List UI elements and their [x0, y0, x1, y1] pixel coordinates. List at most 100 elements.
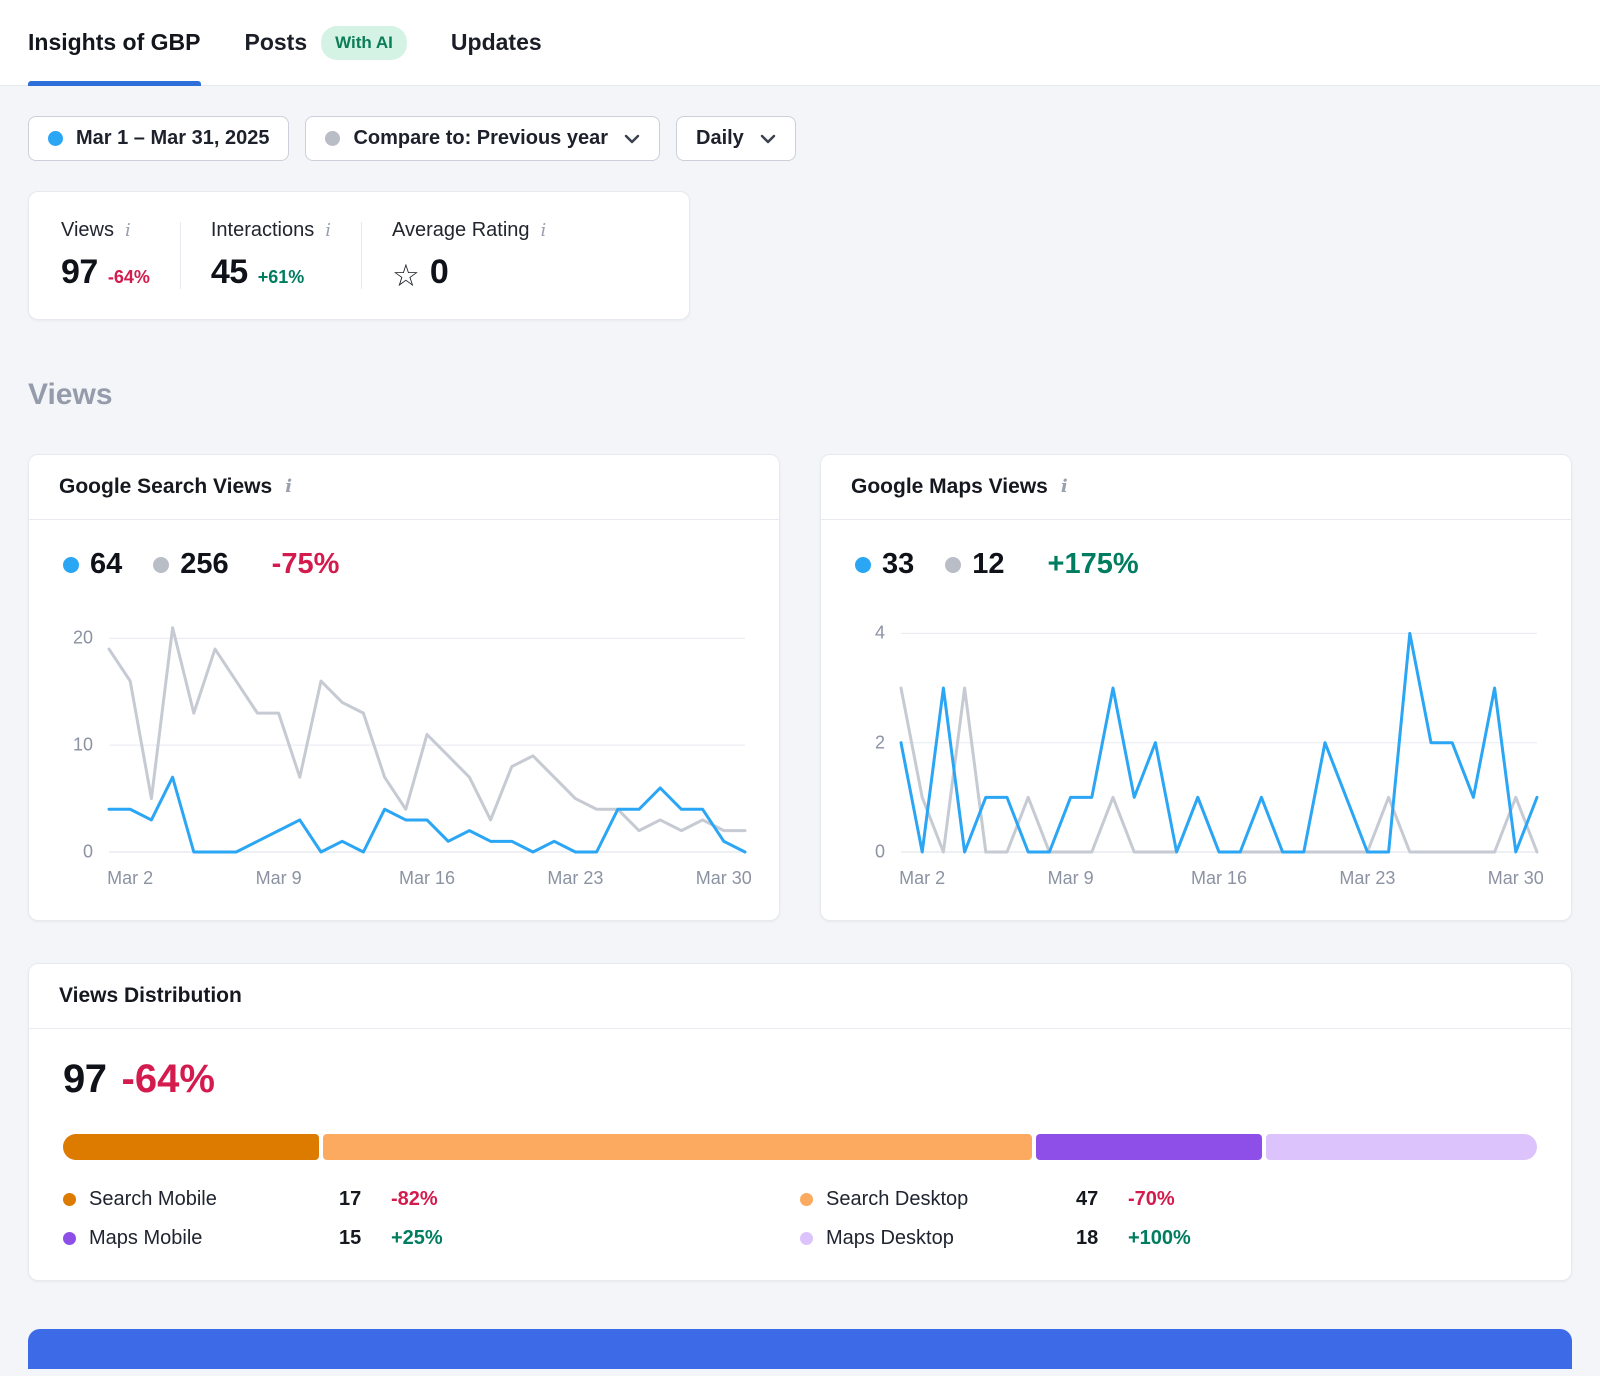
date-range-label: Mar 1 – Mar 31, 2025: [76, 127, 269, 150]
google-maps-views-card: Google Maps Views 33 12 +175% 0 2 4 Mar 2 M…: [820, 454, 1572, 921]
tab-updates[interactable]: Updates: [451, 0, 542, 85]
previous-series-dot-icon: [153, 557, 169, 573]
star-icon: [392, 260, 420, 291]
chart-change: -75%: [272, 548, 340, 581]
legend-change: +25%: [391, 1227, 443, 1250]
info-icon[interactable]: [325, 222, 331, 240]
y-axis-label: 10: [73, 735, 93, 756]
legend-change: -82%: [391, 1188, 438, 1211]
x-axis-label: Mar 30: [1488, 868, 1544, 889]
distribution-legend-item: Maps Mobile15+25%: [63, 1227, 800, 1250]
x-axis-label: Mar 30: [696, 868, 752, 889]
distribution-legend: Search Mobile17-82%Search Desktop47-70%M…: [63, 1188, 1537, 1250]
line-chart: 01020 Mar 2Mar 9Mar 16Mar 23Mar 30: [63, 617, 745, 890]
distribution-legend-item: Search Desktop47-70%: [800, 1188, 1537, 1211]
tab-posts-label: Posts: [245, 29, 308, 56]
views-section-title: Views: [28, 378, 1572, 412]
filter-bar: Mar 1 – Mar 31, 2025 Compare to: Previou…: [28, 116, 1572, 161]
distribution-total: 97: [63, 1057, 107, 1102]
compare-to-label: Compare to: Previous year: [353, 127, 608, 150]
previous-total: 256: [180, 548, 228, 581]
y-axis: 024: [855, 617, 901, 852]
previous-period-dot-icon: [325, 131, 340, 146]
chart-svg: [109, 617, 745, 852]
average-rating-value: 0: [430, 253, 448, 292]
current-total: 33: [882, 548, 914, 581]
chevron-down-icon: [760, 134, 776, 144]
distribution-legend-item: Search Mobile17-82%: [63, 1188, 800, 1211]
bar-segment-maps-desktop: [1266, 1134, 1537, 1160]
views-metric-label: Views: [61, 219, 114, 242]
info-icon[interactable]: [125, 222, 131, 240]
chart-legend: 33 12 +175%: [855, 548, 1537, 581]
x-axis: Mar 2Mar 9Mar 16Mar 23Mar 30: [109, 852, 745, 890]
chart-svg: [901, 617, 1537, 852]
chart-legend: 64 256 -75%: [63, 548, 745, 581]
tab-posts[interactable]: Posts With AI: [245, 0, 407, 85]
legend-label: Search Desktop: [826, 1188, 1076, 1211]
y-axis-label: 20: [73, 628, 93, 649]
summary-metrics-card: Views 97 -64% Interactions 45 +61% Avera…: [28, 191, 690, 320]
page-content: Mar 1 – Mar 31, 2025 Compare to: Previou…: [0, 116, 1600, 1369]
y-axis-label: 4: [875, 623, 885, 644]
legend-value: 17: [339, 1188, 391, 1211]
interactions-metric-label: Interactions: [211, 219, 314, 242]
legend-label: Maps Mobile: [89, 1227, 339, 1250]
x-axis-label: Mar 9: [1048, 868, 1094, 889]
bar-segment-search-desktop: [323, 1134, 1031, 1160]
google-maps-views-title: Google Maps Views: [851, 475, 1048, 499]
chevron-down-icon: [624, 134, 640, 144]
interactions-metric: Interactions 45 +61%: [181, 219, 361, 292]
compare-to-dropdown[interactable]: Compare to: Previous year: [305, 116, 660, 161]
current-period-dot-icon: [48, 131, 63, 146]
x-axis-label: Mar 2: [899, 868, 945, 889]
current-series-dot-icon: [855, 557, 871, 573]
distribution-bar: [63, 1134, 1537, 1160]
granularity-dropdown[interactable]: Daily: [676, 116, 796, 161]
granularity-label: Daily: [696, 127, 744, 150]
legend-label: Maps Desktop: [826, 1227, 1076, 1250]
bottom-banner: [28, 1329, 1572, 1369]
legend-dot-icon: [63, 1232, 76, 1245]
info-icon[interactable]: [541, 222, 547, 240]
date-range-picker[interactable]: Mar 1 – Mar 31, 2025: [28, 116, 289, 161]
views-metric: Views 97 -64%: [29, 219, 180, 292]
x-axis-label: Mar 2: [107, 868, 153, 889]
x-axis-label: Mar 23: [547, 868, 603, 889]
views-distribution-title: Views Distribution: [59, 984, 242, 1008]
chart-change: +175%: [1048, 548, 1139, 581]
info-icon[interactable]: [1061, 478, 1068, 496]
with-ai-badge: With AI: [321, 26, 407, 60]
views-metric-value: 97: [61, 253, 98, 292]
views-distribution-card: Views Distribution 97 -64% Search Mobile…: [28, 963, 1572, 1281]
plot-area: [109, 617, 745, 852]
legend-label: Search Mobile: [89, 1188, 339, 1211]
bar-segment-search-mobile: [63, 1134, 319, 1160]
legend-dot-icon: [63, 1193, 76, 1206]
y-axis-label: 0: [875, 842, 885, 863]
legend-dot-icon: [800, 1193, 813, 1206]
tab-insights-of-gbp[interactable]: Insights of GBP: [28, 0, 201, 85]
info-icon[interactable]: [285, 478, 292, 496]
previous-total: 12: [972, 548, 1004, 581]
current-series-dot-icon: [63, 557, 79, 573]
tab-updates-label: Updates: [451, 29, 542, 56]
previous-series-dot-icon: [945, 557, 961, 573]
y-axis-label: 0: [83, 842, 93, 863]
distribution-change: -64%: [122, 1057, 215, 1102]
legend-value: 18: [1076, 1227, 1128, 1250]
average-rating-metric: Average Rating 0: [362, 219, 576, 292]
legend-value: 15: [339, 1227, 391, 1250]
current-total: 64: [90, 548, 122, 581]
legend-change: -70%: [1128, 1188, 1175, 1211]
x-axis: Mar 2Mar 9Mar 16Mar 23Mar 30: [901, 852, 1537, 890]
tab-insights-label: Insights of GBP: [28, 29, 201, 56]
x-axis-label: Mar 16: [399, 868, 455, 889]
google-search-views-card: Google Search Views 64 256 -75% 0 10 20 Ma…: [28, 454, 780, 921]
charts-row: Google Search Views 64 256 -75% 01020 Ma…: [28, 454, 1572, 921]
top-tab-bar: Insights of GBP Posts With AI Updates: [0, 0, 1600, 86]
y-axis-label: 2: [875, 732, 885, 753]
google-search-views-title: Google Search Views: [59, 475, 272, 499]
views-metric-change: -64%: [108, 267, 150, 288]
plot-area: [901, 617, 1537, 852]
